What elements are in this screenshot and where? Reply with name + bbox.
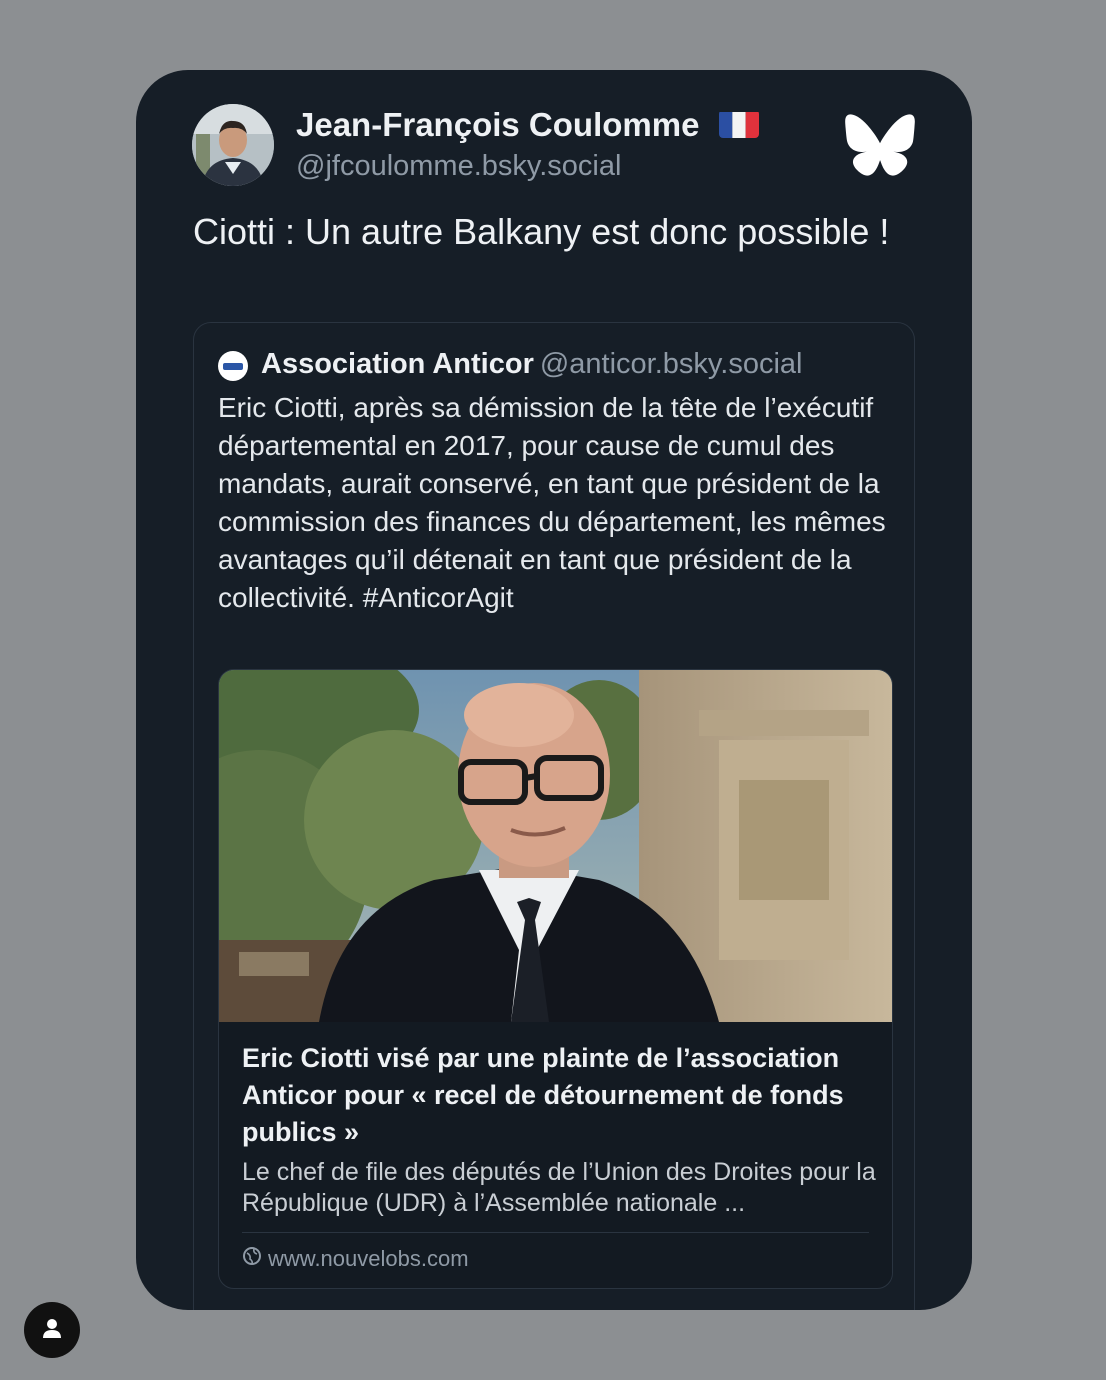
link-preview-card[interactable]: Eric Ciotti visé par une plainte de l’as… (218, 669, 893, 1289)
user-icon (40, 1316, 64, 1345)
author-handle[interactable]: @jfcoulomme.bsky.social (296, 150, 621, 183)
link-title[interactable]: Eric Ciotti visé par une plainte de l’as… (242, 1040, 872, 1151)
link-preview-image (219, 670, 892, 1022)
author-name[interactable]: Jean-François Coulomme (296, 106, 759, 144)
quote-author-handle[interactable]: @anticor.bsky.social (540, 348, 803, 380)
quote-author[interactable]: Association Anticor @anticor.bsky.social (261, 348, 802, 381)
france-flag-icon (718, 110, 759, 138)
quoted-post[interactable]: Association Anticor @anticor.bsky.social … (193, 322, 915, 1310)
globe-icon (242, 1246, 262, 1272)
quote-author-name[interactable]: Association Anticor (261, 348, 534, 380)
quote-text: Eric Ciotti, après sa démission de la tê… (218, 392, 886, 613)
link-description: Le chef de file des députés de l’Union d… (242, 1158, 876, 1217)
post-card[interactable]: Jean-François Coulomme @jfcoulomme.bsky.… (136, 70, 972, 1310)
link-domain-text: www.nouvelobs.com (268, 1246, 469, 1271)
link-divider (242, 1232, 869, 1233)
link-domain[interactable]: www.nouvelobs.com (242, 1246, 469, 1272)
bluesky-butterfly-icon (844, 112, 916, 178)
profile-button[interactable] (24, 1302, 80, 1358)
author-avatar[interactable] (192, 104, 274, 186)
post-text: Ciotti : Un autre Balkany est donc possi… (193, 211, 890, 252)
quote-author-avatar[interactable] (218, 351, 248, 381)
